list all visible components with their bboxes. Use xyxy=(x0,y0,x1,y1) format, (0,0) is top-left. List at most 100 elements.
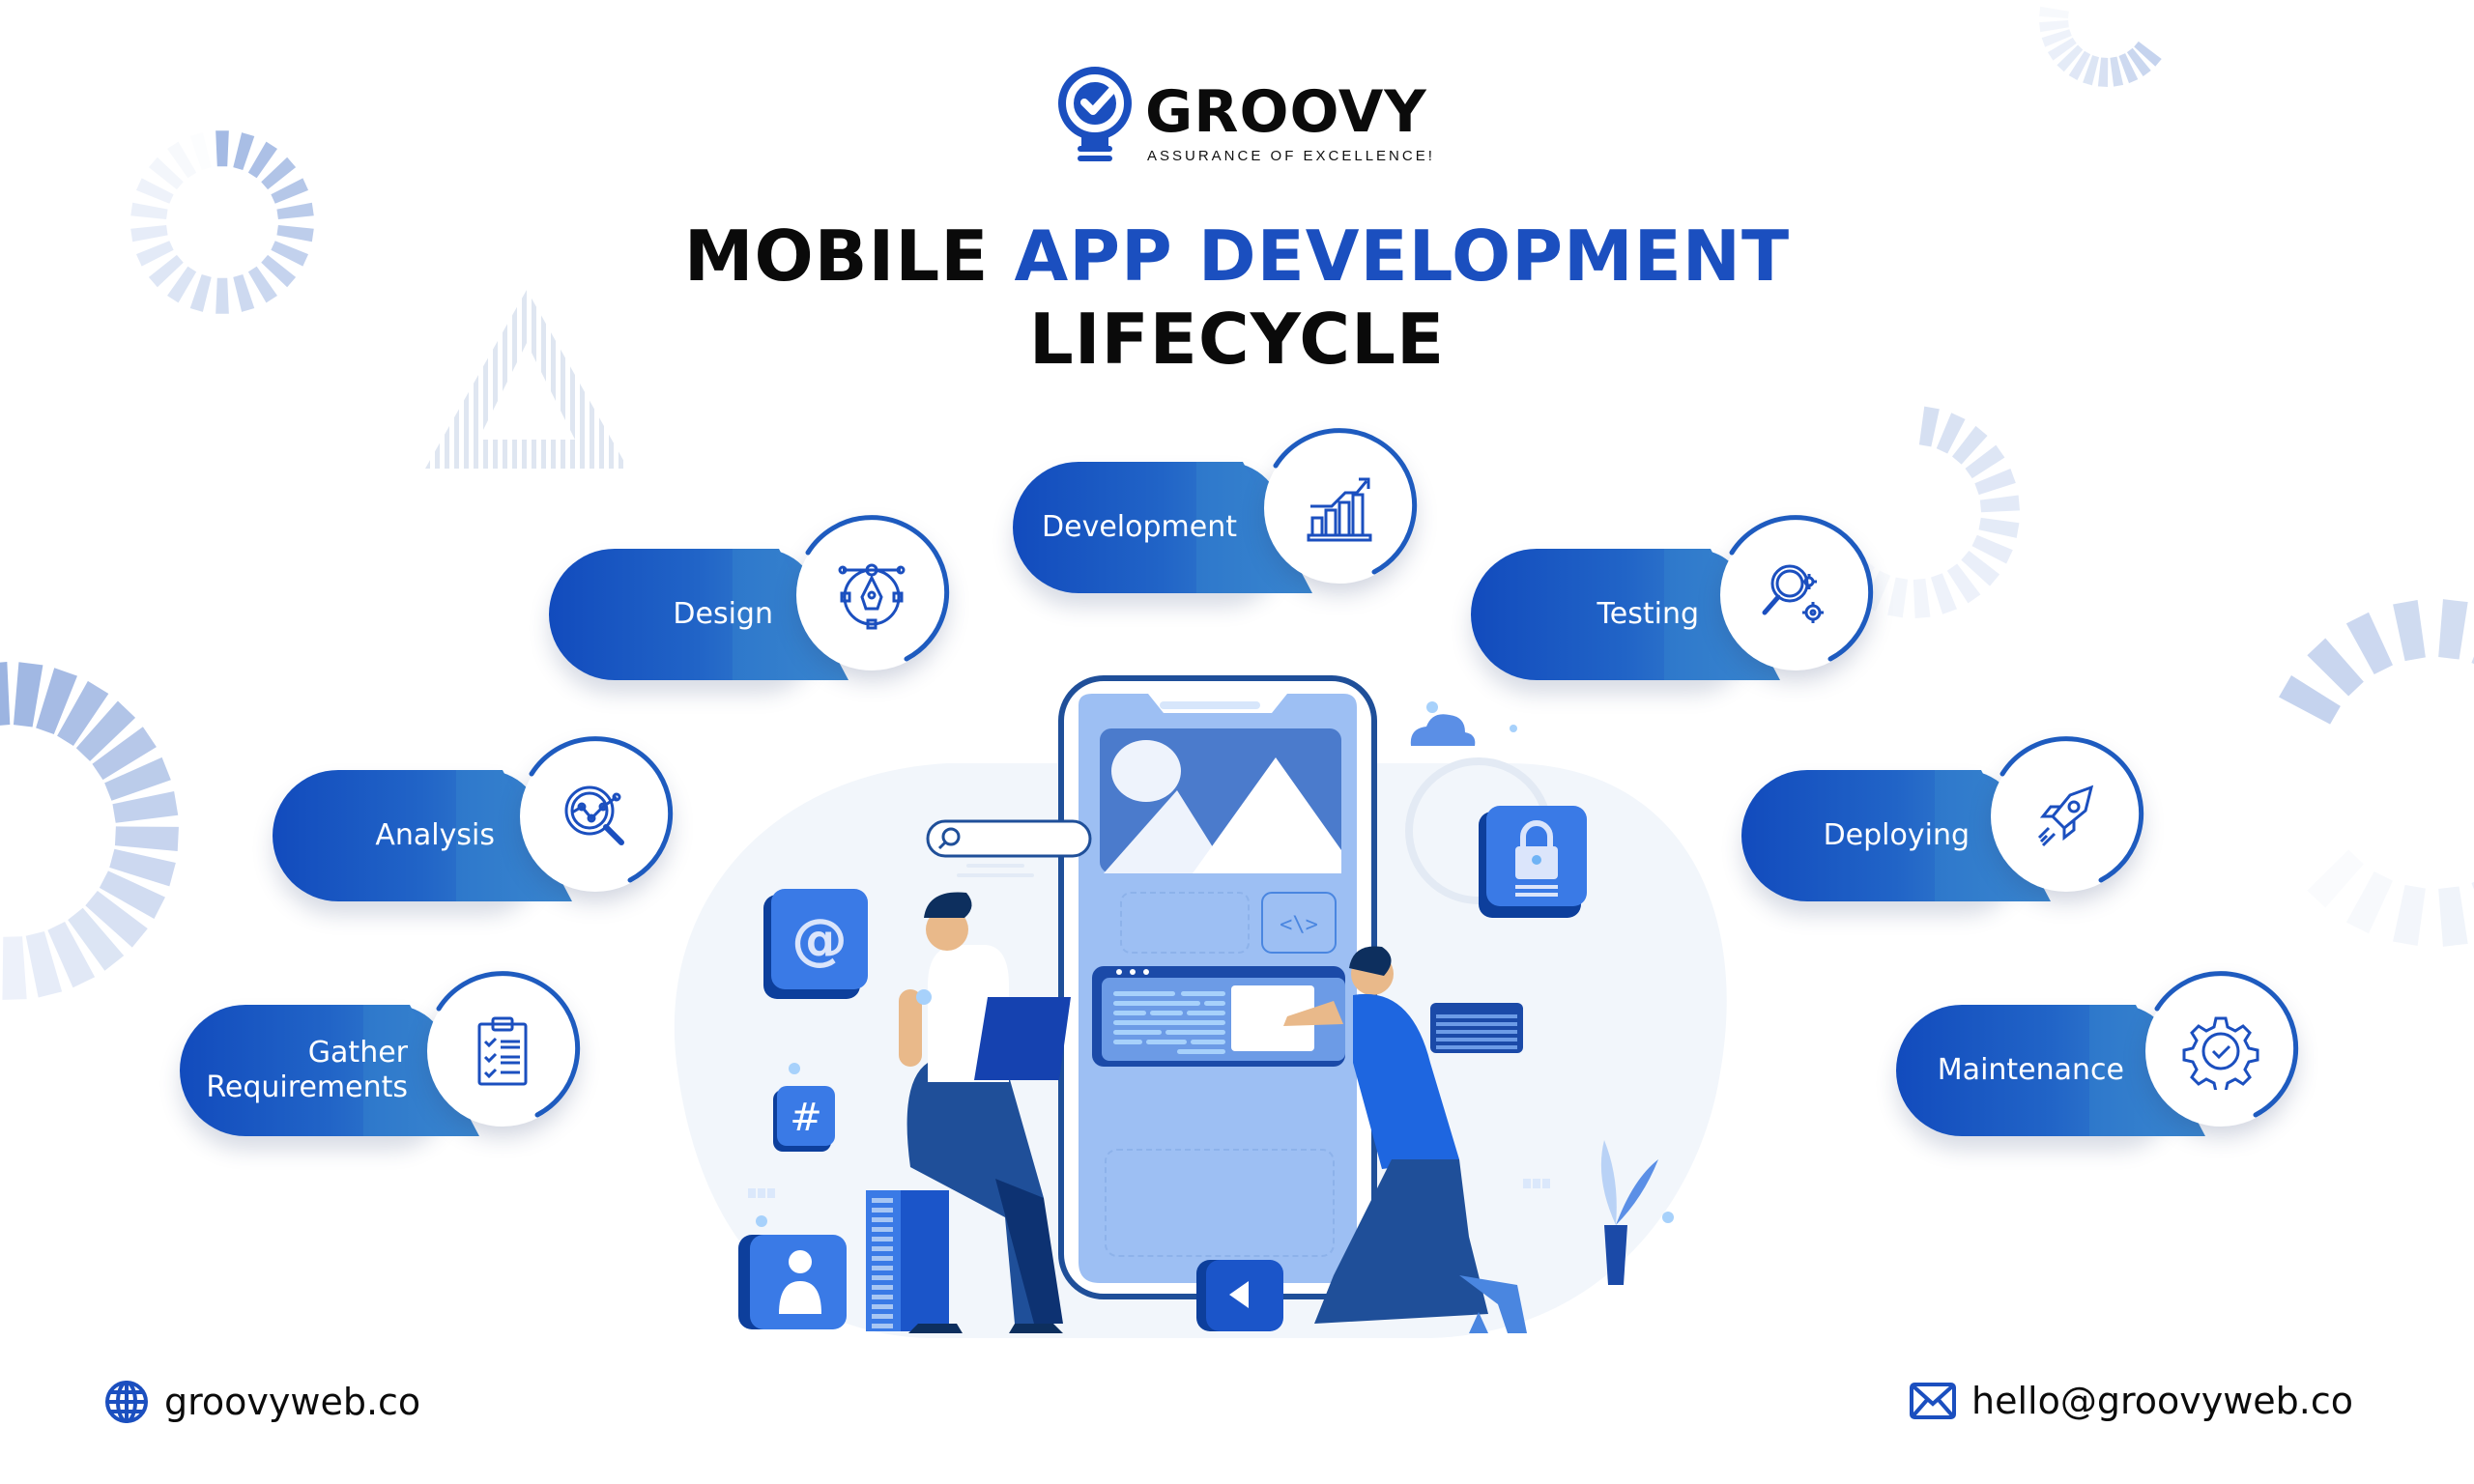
decorative-dash xyxy=(1974,469,2016,496)
decorative-dash xyxy=(2345,870,2394,934)
decorative-dash xyxy=(2307,850,2363,908)
stage-analysis: Analysis xyxy=(273,736,678,901)
decorative-dash xyxy=(1961,550,2000,586)
growth-chart-icon xyxy=(1307,477,1372,542)
decorative-dash xyxy=(112,790,179,823)
decorative-dash xyxy=(2279,675,2341,725)
decorative-dash xyxy=(1930,573,1957,614)
page-title: MOBILE APP DEVELOPMENT LIFECYCLE xyxy=(0,214,2474,381)
decorative-dash xyxy=(2039,6,2069,18)
svg-text:#: # xyxy=(790,1096,822,1140)
server-slot xyxy=(872,1266,893,1270)
brand-name: GROOVY xyxy=(1145,78,1427,146)
decorative-dash xyxy=(75,700,136,761)
email-link[interactable]: hello@groovyweb.co xyxy=(1971,1380,2353,1422)
server-slot xyxy=(872,1304,893,1309)
decorative-dash xyxy=(99,870,165,920)
stage-icon-circle xyxy=(1720,515,1874,671)
decorative-dash xyxy=(271,178,309,204)
decorative-dashed-circle-top-right xyxy=(2039,6,2162,87)
stage-maintenance: Maintenance xyxy=(1896,971,2302,1136)
decorative-dash xyxy=(85,890,148,948)
decorative-dash xyxy=(109,848,176,887)
decorative-dash xyxy=(1978,517,2020,538)
decorative-dash xyxy=(2118,53,2139,84)
back-arrow-icon xyxy=(1196,1260,1283,1331)
decorative-dash xyxy=(2097,57,2109,87)
decorative-dash xyxy=(1936,413,1966,454)
decorative-dash xyxy=(2039,20,2069,33)
stage-development: Development xyxy=(1013,428,1419,593)
server-slot xyxy=(872,1208,893,1213)
decorative-dash xyxy=(167,141,197,179)
mail-icon xyxy=(1910,1383,1956,1419)
stage-label: Maintenance xyxy=(1937,1053,2124,1087)
decorative-dash xyxy=(25,930,63,998)
clipboard-checklist-icon xyxy=(477,1016,528,1086)
lock-icon xyxy=(1479,806,1587,918)
stage-label: Development xyxy=(1042,510,1237,544)
magnifier-chart-icon xyxy=(564,785,624,845)
decorative-dash xyxy=(2083,55,2100,86)
decorative-dash xyxy=(216,130,229,167)
mini-window xyxy=(1430,1003,1523,1053)
server-slot xyxy=(872,1246,893,1251)
server-slot xyxy=(872,1324,893,1328)
decorative-dash xyxy=(36,668,77,734)
decorative-dash xyxy=(233,132,255,171)
decorative-dash xyxy=(2393,884,2426,947)
stage-icon-circle xyxy=(1264,428,1418,584)
decorative-dash xyxy=(261,157,297,190)
groovy-logo: GROOVY ASSURANCE OF EXCELLENCE! xyxy=(1049,63,1435,169)
decorative-dash xyxy=(2345,612,2394,675)
decorative-dash xyxy=(1918,406,1940,447)
server-slot xyxy=(872,1256,893,1261)
decorative-dashed-circle-right xyxy=(2279,599,2474,947)
user-icon xyxy=(738,1235,847,1329)
decorative-dash xyxy=(114,826,179,852)
decorative-dash xyxy=(1887,577,1909,618)
decorative-dash xyxy=(2110,56,2124,87)
svg-text:@: @ xyxy=(791,906,848,972)
server-stack xyxy=(866,1190,949,1331)
footer-email[interactable]: hello@groovyweb.co xyxy=(1910,1380,2353,1422)
stage-label: Analysis xyxy=(375,818,495,852)
decorative-dash xyxy=(104,756,171,801)
decorative-dash xyxy=(2393,599,2426,662)
server-slot xyxy=(872,1275,893,1280)
server-slot xyxy=(872,1217,893,1222)
decorative-dash xyxy=(247,141,277,179)
stage-icon-circle xyxy=(427,971,581,1127)
decorative-dash xyxy=(2041,29,2072,47)
website-link[interactable]: groovyweb.co xyxy=(164,1381,420,1423)
decorative-dash xyxy=(2047,37,2077,61)
code-symbol: <\> xyxy=(1280,913,1318,937)
server-slot xyxy=(872,1237,893,1241)
decorative-dash xyxy=(13,662,43,728)
brand-tagline: ASSURANCE OF EXCELLENCE! xyxy=(1147,148,1435,164)
phone-mockup: <\> xyxy=(1058,675,1377,1299)
decorative-dash xyxy=(2438,886,2468,947)
server-slot xyxy=(872,1285,893,1290)
pen-tool-icon xyxy=(838,563,906,630)
decorative-dash xyxy=(148,157,184,190)
server-slot xyxy=(872,1295,893,1299)
stage-deploying: Deploying xyxy=(1741,736,2147,901)
decorative-dash xyxy=(2134,41,2162,67)
decorative-dash xyxy=(2438,599,2468,660)
decorative-dash xyxy=(1965,444,2005,479)
title-word-mobile: MOBILE xyxy=(683,215,990,297)
stage-icon-circle xyxy=(2145,971,2299,1127)
footer-website[interactable]: groovyweb.co xyxy=(104,1380,420,1424)
decorative-dash xyxy=(1979,495,2020,513)
decorative-dash xyxy=(2068,50,2091,80)
lightbulb-check-icon xyxy=(1058,67,1132,161)
stage-gather-requirements: Gather Requirements xyxy=(180,971,586,1136)
server-slot xyxy=(872,1227,893,1232)
decorative-dash xyxy=(2057,44,2084,72)
gear-check-icon xyxy=(2182,1016,2259,1090)
server-slot xyxy=(872,1198,893,1203)
title-app-development: APP DEVELOPMENT xyxy=(1014,215,1791,297)
decorative-dash xyxy=(2126,47,2151,77)
decorative-dash xyxy=(2,936,27,1000)
